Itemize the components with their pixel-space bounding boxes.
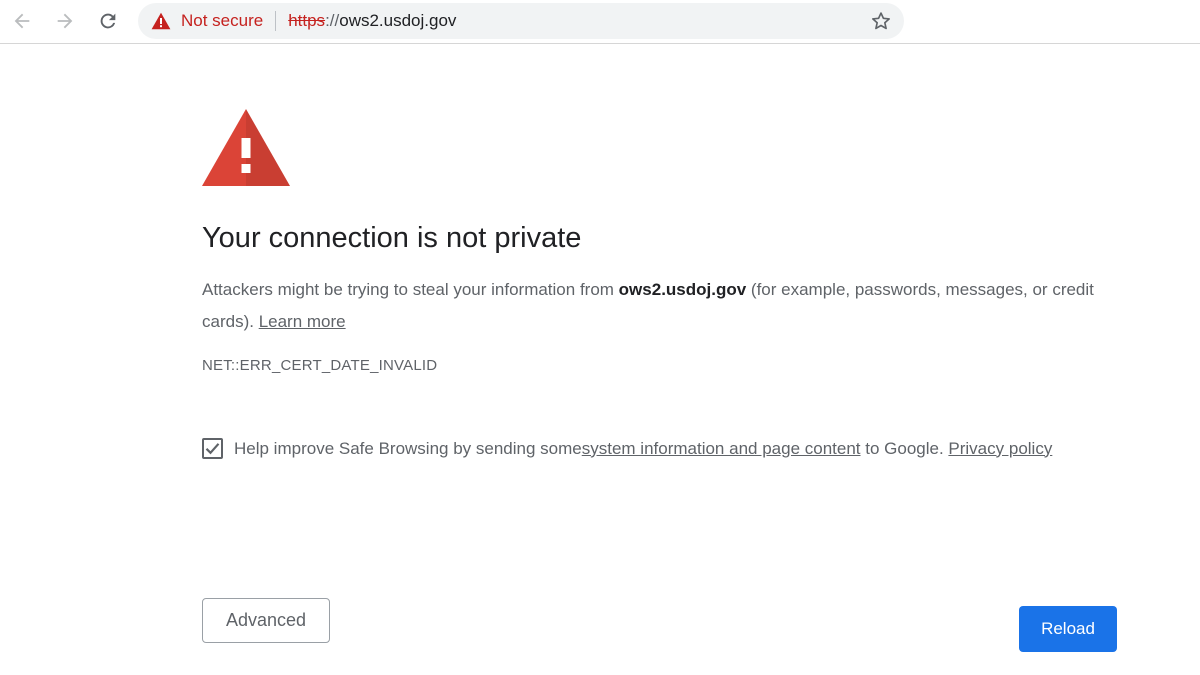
system-information-link[interactable]: system information and page content [582, 439, 861, 459]
advanced-button[interactable]: Advanced [202, 598, 330, 643]
url-separator: :// [325, 11, 340, 30]
safe-browsing-opt-in: Help improve Safe Browsing by sending so… [202, 438, 1052, 459]
browser-toolbar: Not secure https://ows2.usdoj.gov [0, 0, 1200, 44]
not-secure-label: Not secure [181, 11, 264, 30]
back-arrow-icon [14, 13, 30, 29]
opt-in-prefix: Help improve Safe Browsing by sending so… [234, 438, 582, 458]
omnibox-divider [275, 11, 277, 31]
checkmark-icon [205, 443, 220, 455]
reload-page-button[interactable] [93, 6, 123, 36]
url-host: ows2.usdoj.gov [339, 11, 457, 30]
red-warning-triangle-icon [202, 109, 290, 186]
reload-button[interactable]: Reload [1019, 606, 1117, 652]
back-button[interactable] [7, 6, 37, 36]
explanation-text: Attackers might be trying to steal your … [202, 274, 1132, 338]
safe-browsing-checkbox[interactable] [202, 438, 223, 459]
security-chip[interactable]: Not secure [138, 3, 263, 39]
opt-in-middle: to Google. [860, 438, 949, 458]
explanation-prefix: Attackers might be trying to steal your … [202, 280, 619, 299]
learn-more-link[interactable]: Learn more [259, 312, 346, 331]
address-bar[interactable]: Not secure https://ows2.usdoj.gov [138, 3, 904, 39]
url-text[interactable]: https://ows2.usdoj.gov [288, 11, 456, 31]
reload-icon [100, 13, 116, 29]
bookmark-button[interactable] [870, 10, 892, 32]
url-scheme: https [288, 11, 326, 30]
explanation-host: ows2.usdoj.gov [618, 280, 747, 299]
forward-arrow-icon [57, 13, 73, 29]
error-code: NET::ERR_CERT_DATE_INVALID [202, 357, 438, 374]
star-outline-icon [872, 12, 890, 30]
warning-triangle-icon [151, 12, 171, 30]
page-title: Your connection is not private [202, 222, 582, 254]
privacy-policy-link[interactable]: Privacy policy [948, 439, 1052, 459]
forward-button[interactable] [50, 6, 80, 36]
